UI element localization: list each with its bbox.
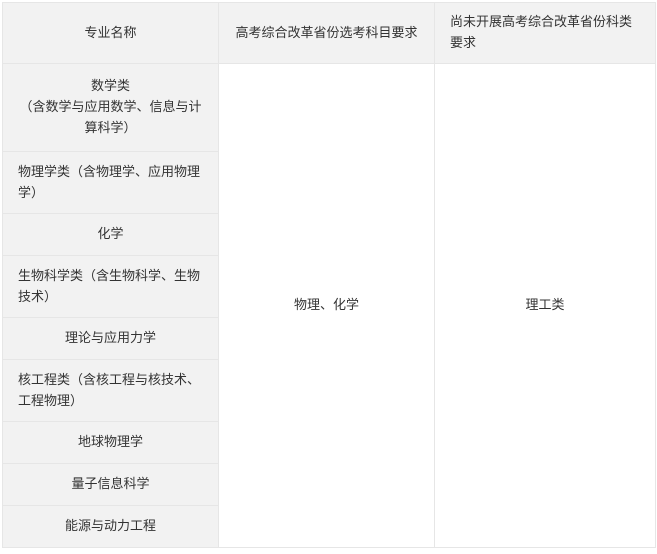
subject-requirement-cell: 物理、化学 xyxy=(218,63,435,548)
major-cell-quantum: 量子信息科学 xyxy=(2,463,219,506)
majors-requirements-table: 专业名称 高考综合改革省份选考科目要求 尚未开展高考综合改革省份科类要求 数学类… xyxy=(2,2,656,548)
major-cell-nuclear: 核工程类（含核工程与核技术、工程物理） xyxy=(2,359,219,422)
header-category-requirement: 尚未开展高考综合改革省份科类要求 xyxy=(434,2,656,64)
table-header-row: 专业名称 高考综合改革省份选考科目要求 尚未开展高考综合改革省份科类要求 xyxy=(2,2,656,64)
table-row: 数学类 （含数学与应用数学、信息与计算科学） 物理、化学 理工类 xyxy=(2,63,656,548)
category-requirement-cell: 理工类 xyxy=(434,63,656,548)
header-major-name: 专业名称 xyxy=(2,2,219,64)
major-cell-energy: 能源与动力工程 xyxy=(2,505,219,548)
major-cell-physics: 物理学类（含物理学、应用物理学） xyxy=(2,151,219,214)
major-cell-biology: 生物科学类（含生物科学、生物技术） xyxy=(2,255,219,318)
major-cell-mechanics: 理论与应用力学 xyxy=(2,317,219,360)
major-cell-math: 数学类 （含数学与应用数学、信息与计算科学） xyxy=(2,63,219,152)
major-cell-chemistry: 化学 xyxy=(2,213,219,256)
major-name-line: 数学类 xyxy=(90,79,130,94)
major-note-line: （含数学与应用数学、信息与计算科学） xyxy=(19,100,202,136)
major-cell-geophysics: 地球物理学 xyxy=(2,421,219,464)
header-subject-requirement: 高考综合改革省份选考科目要求 xyxy=(218,2,435,64)
